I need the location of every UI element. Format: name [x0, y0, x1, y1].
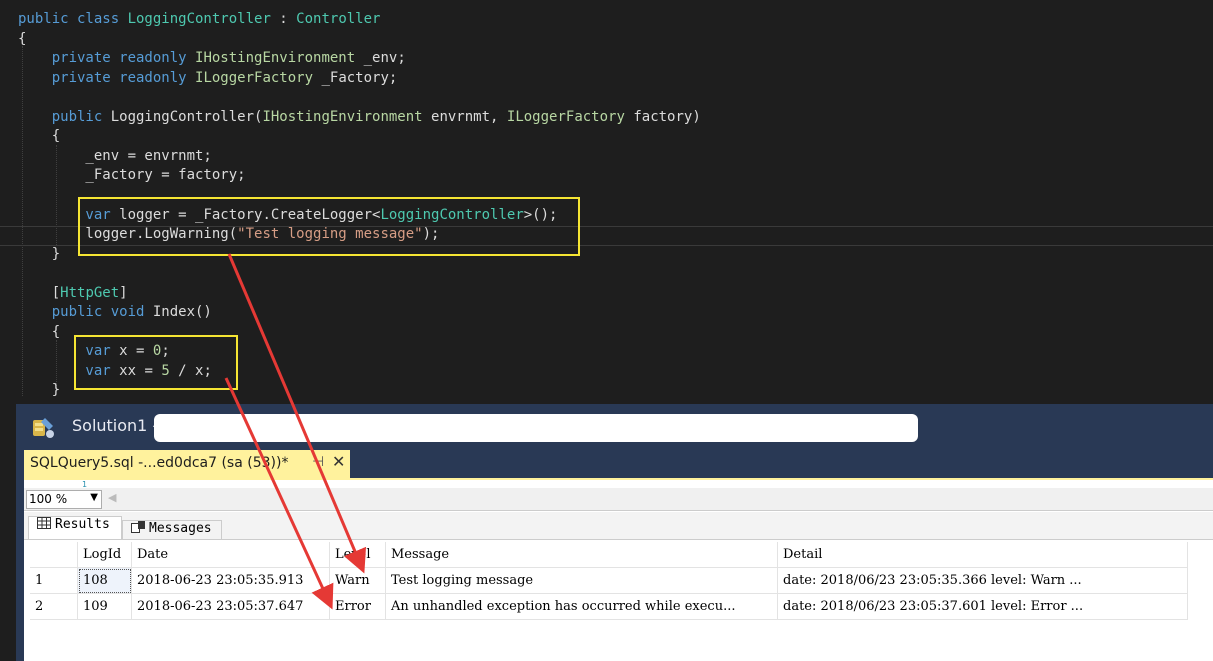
arrow-to-error	[224, 377, 334, 610]
annotation-arrows	[224, 253, 367, 610]
arrow-to-warn	[227, 253, 367, 574]
